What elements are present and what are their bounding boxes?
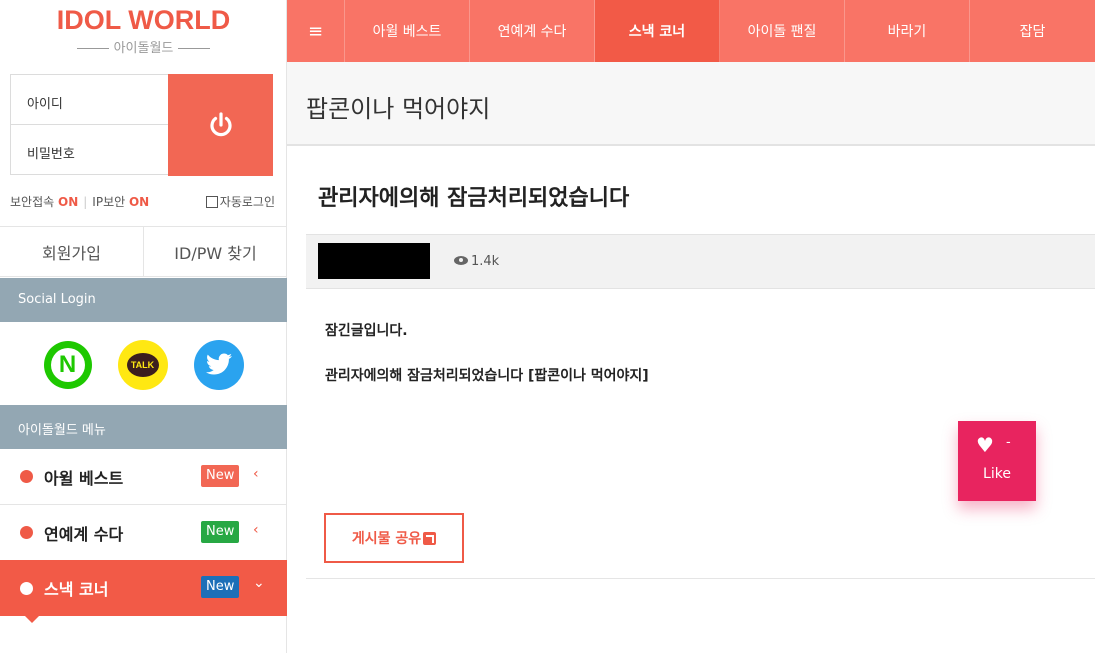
bullet-icon <box>20 470 33 483</box>
kakao-login-button[interactable]: TALK <box>117 339 168 390</box>
menu-header: 아이돌월드 메뉴 <box>0 405 287 449</box>
like-label: Like <box>983 466 1011 482</box>
tab-entertainment-chat[interactable]: 연예계 수다 <box>470 0 595 62</box>
tab-idol-best[interactable]: 아윌 베스트 <box>345 0 470 62</box>
top-nav: ≡ 아윌 베스트 연예계 수다 스낵 코너 아이돌 팬질 바라기 잡담 <box>287 0 1095 62</box>
post-title: 관리자에의해 잠금처리되었습니다 <box>318 186 630 211</box>
chevron-left-icon[interactable]: ‹ <box>253 466 259 482</box>
secure-connection-toggle[interactable]: 보안접속 ON <box>10 195 78 209</box>
share-icon <box>423 531 437 545</box>
social-login-header: Social Login <box>0 278 287 322</box>
active-caret-icon <box>24 615 40 623</box>
post-body-line: 잠긴글입니다. <box>325 323 408 339</box>
hamburger-menu-icon[interactable]: ≡ <box>287 0 345 62</box>
join-link[interactable]: 회원가입 <box>0 227 144 276</box>
logo-title: IDOL WORLD <box>56 5 231 35</box>
kakao-talk-icon: TALK <box>126 352 159 377</box>
sidebar-item-label: 스낵 코너 <box>44 580 109 599</box>
checkbox-icon <box>205 196 218 208</box>
naver-icon: N <box>50 347 85 382</box>
share-label: 게시물 공유 <box>351 531 422 547</box>
post-meta: 1.4k <box>306 234 1095 289</box>
tab-idol-fandom[interactable]: 아이돌 팬질 <box>720 0 845 62</box>
autologin-checkbox[interactable]: 자동로그인 <box>205 193 275 210</box>
tab-snack-corner[interactable]: 스낵 코너 <box>595 0 720 62</box>
password-field[interactable]: 비밀번호 <box>10 124 169 175</box>
logo[interactable]: IDOL WORLD 아이돌월드 <box>0 0 287 62</box>
new-badge: New <box>201 576 240 598</box>
redacted-author <box>318 243 430 279</box>
naver-login-button[interactable]: N <box>43 340 92 389</box>
chevron-down-icon[interactable]: ⌄ <box>253 575 265 591</box>
sidebar: IDOL WORLD 아이돌월드 아이디 비밀번호 보안접속 ON | IP보안 O… <box>0 0 287 653</box>
chevron-left-icon[interactable]: ‹ <box>253 522 259 538</box>
like-button[interactable]: ♥ - Like <box>958 421 1036 501</box>
sidebar-item-entertainment-chat[interactable]: 연예계 수다 New ‹ <box>0 505 287 561</box>
security-options: 보안접속 ON | IP보안 ON 자동로그인 <box>10 193 275 210</box>
twitter-login-button[interactable] <box>193 339 244 390</box>
heart-icon: ♥ <box>976 433 994 457</box>
view-count: 1.4k <box>454 254 499 269</box>
bullet-icon <box>20 581 33 595</box>
eye-icon <box>454 256 468 265</box>
find-id-pw-link[interactable]: ID/PW 찾기 <box>144 227 287 276</box>
ip-security-toggle[interactable]: IP보안 ON <box>92 195 149 209</box>
new-badge: New <box>201 521 240 543</box>
bullet-icon <box>20 526 33 539</box>
login-form: 아이디 비밀번호 <box>10 74 273 176</box>
id-field[interactable]: 아이디 <box>10 74 169 125</box>
like-count: - <box>1006 435 1011 450</box>
sidebar-item-label: 아윌 베스트 <box>44 468 124 488</box>
social-login-buttons: N TALK <box>0 322 287 407</box>
share-post-button[interactable]: 게시물 공유 <box>324 513 464 563</box>
tab-chitchat[interactable]: 잡담 <box>970 0 1095 62</box>
account-links: 회원가입 ID/PW 찾기 <box>0 226 287 277</box>
new-badge: New <box>201 465 240 487</box>
sidebar-item-label: 연예계 수다 <box>44 524 124 544</box>
divider <box>306 578 1095 579</box>
sidebar-item-snack-corner[interactable]: 스낵 코너 New ⌄ <box>0 560 287 616</box>
sidebar-item-idol-best[interactable]: 아윌 베스트 New ‹ <box>0 449 287 505</box>
logo-subtitle: 아이돌월드 <box>0 37 287 56</box>
board-title: 팝콘이나 먹어야지 <box>287 62 1095 146</box>
post-body-line: 관리자에의해 잠금처리되었습니다 [팝콘이나 먹어야지] <box>325 368 649 384</box>
login-button[interactable] <box>168 74 273 176</box>
power-icon <box>209 112 232 137</box>
tab-baragi[interactable]: 바라기 <box>845 0 970 62</box>
page: IDOL WORLD 아이돌월드 아이디 비밀번호 보안접속 ON | IP보안 O… <box>0 0 1095 653</box>
twitter-bird-icon <box>205 353 232 374</box>
